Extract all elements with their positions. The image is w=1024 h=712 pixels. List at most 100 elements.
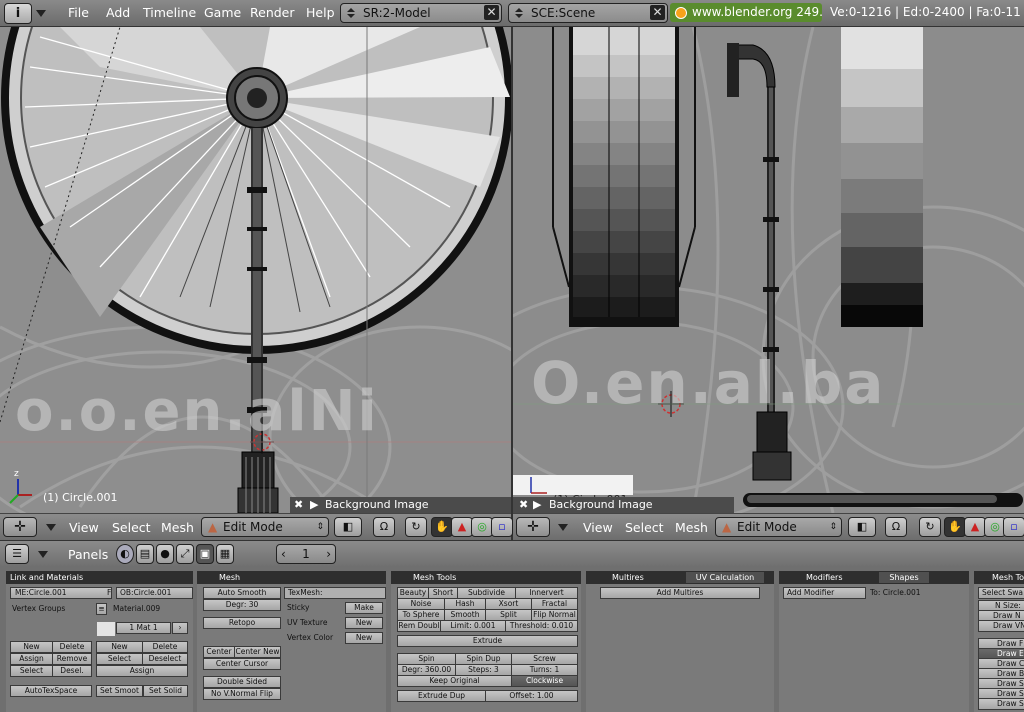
mat-deselect-button[interactable]: Deselect	[142, 653, 188, 665]
set-solid-button[interactable]: Set Solid	[143, 685, 188, 697]
menu-timeline[interactable]: Timeline	[143, 5, 196, 20]
menu-help[interactable]: Help	[306, 5, 335, 20]
editor-type-button[interactable]: ✛	[3, 517, 37, 537]
uv-texture-new-button[interactable]: New	[345, 617, 383, 629]
keep-original-toggle[interactable]: Keep Original	[397, 675, 512, 687]
select-swap-button[interactable]: Select Swa	[978, 587, 1024, 599]
extrude-dup-button[interactable]: Extrude Dup	[397, 690, 486, 702]
collapse-header-icon[interactable]	[46, 524, 56, 531]
mat-select-button[interactable]: Select	[96, 653, 143, 665]
mesh-datablock-field[interactable]: ME:Circle.001	[10, 587, 112, 599]
menu-file[interactable]: File	[68, 5, 89, 20]
sticky-make-button[interactable]: Make	[345, 602, 383, 614]
no-vnormal-flip-toggle[interactable]: No V.Normal Flip	[203, 688, 281, 700]
translate-icon[interactable]: ▲	[451, 517, 473, 537]
blender-url[interactable]: www.blender.org 249.2	[670, 3, 822, 22]
offset-field[interactable]: Offset: 1.00	[485, 690, 578, 702]
menu-view[interactable]: View	[69, 520, 99, 535]
add-multires-button[interactable]: Add Multires	[600, 587, 760, 599]
arrow-left-icon[interactable]: ‹	[281, 545, 286, 563]
menu-mesh[interactable]: Mesh	[161, 520, 194, 535]
close-screen-icon[interactable]: ✕	[484, 5, 499, 20]
close-icon[interactable]: ✖	[294, 497, 303, 513]
add-modifier-menu[interactable]: Add Modifier	[783, 587, 866, 599]
mat-delete-button[interactable]: Delete	[142, 641, 188, 653]
editing-context-icon[interactable]: ▣	[196, 544, 214, 564]
limit-field[interactable]: Limit: 0.001	[440, 620, 506, 632]
fake-user-label[interactable]: F	[107, 588, 111, 597]
expand-arrow-icon[interactable]: ▶	[310, 497, 318, 513]
draw-vnormals-toggle[interactable]: Draw VN	[978, 620, 1024, 632]
shading-button[interactable]: ◧	[334, 517, 362, 537]
info-window-button[interactable]: i	[4, 3, 32, 24]
background-image-panel-left[interactable]: ✖ ▶ Background Image	[290, 497, 511, 513]
menu-select[interactable]: Select	[625, 520, 664, 535]
panels-label[interactable]: Panels	[68, 547, 108, 562]
frame-field[interactable]: ‹ 1 ›	[276, 544, 336, 564]
script-context-icon[interactable]: ▤	[136, 544, 154, 564]
viewport-left[interactable]: o.o.en.alNi z (1) Circle.001	[0, 27, 511, 513]
object-datablock-field[interactable]: OB:Circle.001	[116, 587, 193, 599]
viewport-right[interactable]: O.en.al.ba (1) Circle.001	[513, 27, 1024, 513]
shading-context-icon[interactable]: ●	[156, 544, 174, 564]
manipulator-button[interactable]: ↻	[919, 517, 941, 537]
tab-shapes[interactable]: Shapes	[879, 572, 929, 583]
auto-smooth-toggle[interactable]: Auto Smooth	[203, 587, 281, 599]
collapse-header-icon[interactable]	[38, 551, 48, 558]
close-scene-icon[interactable]: ✕	[650, 5, 665, 20]
translate-icon[interactable]: ▲	[964, 517, 986, 537]
mode-selector[interactable]: ▲ Edit Mode ⇕	[715, 517, 842, 537]
close-icon[interactable]: ✖	[519, 497, 528, 513]
background-image-panel-right[interactable]: ✖ ▶ Background Image	[513, 497, 734, 513]
vertex-group-menu-button[interactable]: ≡	[96, 603, 107, 615]
scale-icon[interactable]: ▫	[1003, 517, 1024, 537]
retopo-toggle[interactable]: Retopo	[203, 617, 281, 629]
mat-new-button[interactable]: New	[96, 641, 143, 653]
mat-assign-button[interactable]: Assign	[96, 665, 188, 677]
autotexspace-button[interactable]: AutoTexSpace	[10, 685, 92, 697]
material-index-arrow[interactable]: ›	[172, 622, 188, 634]
pivot-button[interactable]: Ω	[885, 517, 907, 537]
clockwise-toggle[interactable]: Clockwise	[511, 675, 578, 687]
pivot-button[interactable]: Ω	[373, 517, 395, 537]
tab-uv-calculation[interactable]: UV Calculation	[686, 572, 764, 583]
threshold-field[interactable]: Threshold: 0.010	[505, 620, 578, 632]
tab-multires[interactable]: Multires	[612, 571, 644, 584]
object-context-icon[interactable]: ⤢	[176, 544, 194, 564]
expand-arrow-icon[interactable]: ▶	[533, 497, 541, 513]
vg-assign-button[interactable]: Assign	[10, 653, 53, 665]
hand-icon[interactable]: ✋	[431, 517, 453, 537]
logic-context-icon[interactable]: ◐	[116, 544, 134, 564]
menu-game[interactable]: Game	[204, 5, 241, 20]
menu-view[interactable]: View	[583, 520, 613, 535]
center-button[interactable]: Center	[203, 646, 235, 658]
center-new-button[interactable]: Center New	[234, 646, 281, 658]
arrow-right-icon[interactable]: ›	[326, 545, 331, 563]
vg-deselect-button[interactable]: Desel.	[52, 665, 92, 677]
shading-button[interactable]: ◧	[848, 517, 876, 537]
vg-select-button[interactable]: Select	[10, 665, 53, 677]
menu-add[interactable]: Add	[106, 5, 130, 20]
menu-select[interactable]: Select	[112, 520, 151, 535]
vertex-color-new-button[interactable]: New	[345, 632, 383, 644]
scene-selector[interactable]: SCE:Scene ✕	[508, 3, 668, 23]
scene-context-icon[interactable]: ▦	[216, 544, 234, 564]
tab-modifiers[interactable]: Modifiers	[806, 571, 843, 584]
rem-doubles-button[interactable]: Rem Doubl	[397, 620, 441, 632]
vg-remove-button[interactable]: Remove	[52, 653, 92, 665]
extrude-button[interactable]: Extrude	[397, 635, 578, 647]
collapse-header-icon[interactable]	[558, 524, 568, 531]
manipulator-button[interactable]: ↻	[405, 517, 427, 537]
draw-stats-toggle[interactable]: Draw S	[978, 698, 1024, 710]
set-smooth-button[interactable]: Set Smoot	[96, 685, 143, 697]
hand-icon[interactable]: ✋	[944, 517, 966, 537]
texmesh-field[interactable]: TexMesh:	[284, 587, 386, 599]
material-index-field[interactable]: 1 Mat 1	[116, 622, 171, 634]
vg-new-button[interactable]: New	[10, 641, 53, 653]
editor-type-button[interactable]: ☰	[5, 544, 29, 564]
collapse-menu-icon[interactable]	[36, 10, 46, 17]
rotate-icon[interactable]: ◎	[471, 517, 493, 537]
scale-icon[interactable]: ▫	[491, 517, 513, 537]
center-cursor-button[interactable]: Center Cursor	[203, 658, 281, 670]
auto-smooth-degree-field[interactable]: Degr: 30	[203, 599, 281, 611]
